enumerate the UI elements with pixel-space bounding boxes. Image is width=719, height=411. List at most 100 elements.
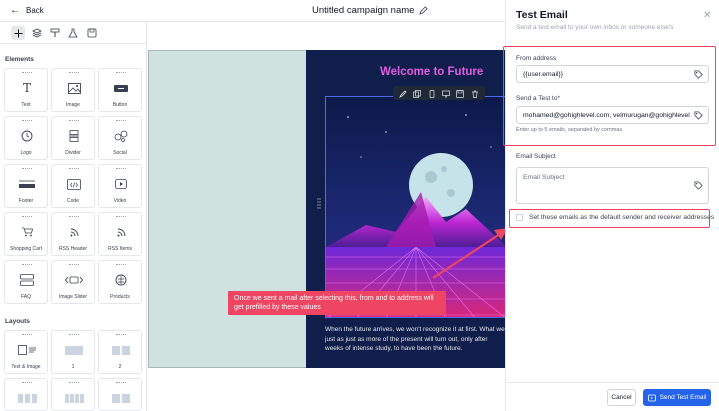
- drag-handle-icon: [116, 168, 126, 170]
- drag-handle-icon: [22, 264, 32, 266]
- brush-icon[interactable]: [48, 26, 62, 40]
- drawer-subtitle: Send a test email to your own inbox or s…: [516, 24, 674, 31]
- desktop-icon[interactable]: [442, 89, 450, 98]
- element-label: FAQ: [20, 294, 31, 300]
- element-image-slider[interactable]: Image Slider: [51, 260, 95, 304]
- element-rss-items[interactable]: RSS Items: [98, 212, 142, 256]
- drag-handle-icon: [69, 264, 79, 266]
- back-label: Back: [26, 6, 44, 15]
- drag-handle-icon[interactable]: [316, 196, 322, 212]
- four-column-icon: [64, 391, 84, 405]
- cancel-button[interactable]: Cancel: [607, 389, 636, 406]
- two-column-icon: [112, 343, 130, 357]
- layers-icon[interactable]: [30, 26, 44, 40]
- duplicate-icon[interactable]: [413, 89, 422, 98]
- element-label: Footer: [18, 198, 34, 204]
- element-rss-header[interactable]: RSS Header: [51, 212, 95, 256]
- element-shopping-cart[interactable]: Shopping Cart: [4, 212, 48, 256]
- annotation-callout: Once we sent a mail after selecting this…: [228, 291, 446, 315]
- layout-one-column[interactable]: 1: [51, 330, 95, 374]
- drag-handle-icon: [116, 120, 126, 122]
- element-faq[interactable]: FAQ: [4, 260, 48, 304]
- element-label: Shopping Cart: [10, 246, 42, 252]
- flask-icon[interactable]: [66, 26, 80, 40]
- products-icon: [112, 273, 130, 287]
- edit-icon[interactable]: [399, 89, 407, 98]
- element-label: Divider: [65, 150, 81, 156]
- add-icon[interactable]: [11, 26, 25, 40]
- drag-handle-icon: [69, 382, 79, 384]
- element-social[interactable]: Social: [98, 116, 142, 160]
- drag-handle-icon: [116, 382, 126, 384]
- save-icon[interactable]: [85, 26, 99, 40]
- retro-landscape-image: [326, 97, 505, 317]
- element-code[interactable]: Code: [51, 164, 95, 208]
- drag-handle-icon: [22, 334, 32, 336]
- logo-icon: [18, 129, 36, 143]
- layout-three-column[interactable]: [4, 378, 48, 411]
- pencil-icon[interactable]: [419, 6, 429, 15]
- rss-icon: [65, 225, 83, 239]
- drag-handle-icon: [69, 72, 79, 74]
- drag-handle-icon: [69, 168, 79, 170]
- footer-divider: [506, 382, 719, 383]
- element-label: Text: [21, 102, 31, 108]
- video-icon: [112, 177, 130, 191]
- element-divider[interactable]: Divider: [51, 116, 95, 160]
- layout-label: Text & Image: [11, 364, 41, 370]
- element-label: RSS Items: [108, 246, 132, 252]
- mixed-column-icon: [112, 391, 130, 405]
- close-icon[interactable]: ✕: [703, 10, 711, 21]
- mobile-icon[interactable]: [428, 89, 436, 98]
- email-heading[interactable]: Welcome to Future: [380, 66, 483, 78]
- arrow-left-icon: ←: [10, 4, 20, 16]
- social-icon: [112, 129, 130, 143]
- drag-handle-icon: [22, 72, 32, 74]
- send-test-email-label: Send Test Email: [659, 394, 707, 401]
- faq-icon: [18, 273, 36, 287]
- panel-tabs: [0, 22, 147, 44]
- element-label: Image: [66, 102, 80, 108]
- divider-icon: [65, 129, 83, 143]
- layout-four-column[interactable]: [51, 378, 95, 411]
- campaign-name: Untitled campaign name: [312, 5, 415, 16]
- drag-handle-icon: [22, 120, 32, 122]
- three-column-icon: [17, 391, 37, 405]
- save-icon[interactable]: [456, 89, 465, 98]
- layout-two-column[interactable]: 2: [98, 330, 142, 374]
- trash-icon[interactable]: [471, 89, 479, 98]
- highlight-box-addresses: [503, 46, 716, 146]
- code-icon: [65, 177, 83, 191]
- drag-handle-icon: [22, 216, 32, 218]
- campaign-title[interactable]: Untitled campaign name: [312, 5, 429, 16]
- drag-handle-icon: [22, 382, 32, 384]
- drag-handle-icon: [116, 334, 126, 336]
- back-button[interactable]: ← Back: [10, 4, 44, 16]
- element-footer[interactable]: Footer: [4, 164, 48, 208]
- email-body-text[interactable]: When the future arrives, we won't recogn…: [325, 325, 506, 354]
- send-test-email-button[interactable]: Send Test Email: [643, 389, 711, 406]
- element-video[interactable]: Video: [98, 164, 142, 208]
- hero-image[interactable]: [325, 96, 506, 318]
- element-text[interactable]: T Text: [4, 68, 48, 112]
- email-subject-label: Email Subject: [516, 153, 556, 160]
- layout-text-image[interactable]: Text & Image: [4, 330, 48, 374]
- tag-icon[interactable]: [694, 181, 703, 190]
- layout-label: 1: [71, 364, 75, 370]
- drag-handle-icon: [116, 216, 126, 218]
- element-label: Video: [113, 198, 127, 204]
- rss-icon: [112, 225, 130, 239]
- email-subject-input[interactable]: Email Subject: [516, 167, 709, 204]
- text-image-layout-icon: [18, 343, 36, 357]
- layout-mixed-column[interactable]: [98, 378, 142, 411]
- cart-icon: [18, 225, 36, 239]
- element-image[interactable]: Image: [51, 68, 95, 112]
- element-label: Products: [110, 294, 130, 300]
- element-products[interactable]: Products: [98, 260, 142, 304]
- elements-panel: Elements T Text Image Button Logo Divide…: [0, 22, 147, 411]
- element-button[interactable]: Button: [98, 68, 142, 112]
- drawer-title: Test Email: [516, 9, 568, 21]
- element-logo[interactable]: Logo: [4, 116, 48, 160]
- element-label: Button: [112, 102, 128, 108]
- slider-icon: [65, 273, 83, 287]
